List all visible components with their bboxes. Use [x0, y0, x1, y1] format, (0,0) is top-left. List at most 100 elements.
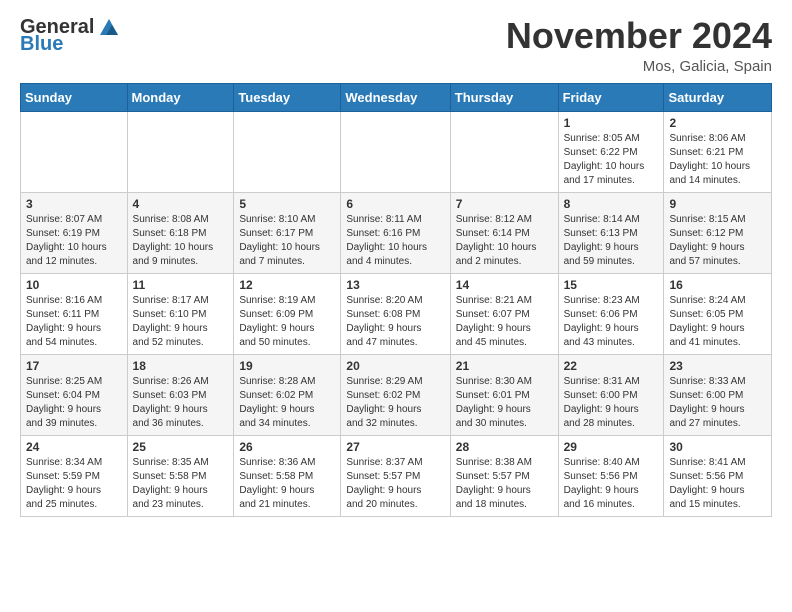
- calendar-day-cell: [21, 111, 128, 192]
- day-info: Sunrise: 8:25 AM Sunset: 6:04 PM Dayligh…: [26, 375, 122, 431]
- day-number: 7: [456, 197, 553, 211]
- calendar-day-cell: 26 Sunrise: 8:36 AM Sunset: 5:58 PM Dayli…: [234, 435, 341, 516]
- header: General Blue November 2024 Mos, Galicia,…: [20, 16, 772, 75]
- day-number: 6: [346, 197, 444, 211]
- calendar-day-cell: 21 Sunrise: 8:30 AM Sunset: 6:01 PM Dayli…: [450, 354, 558, 435]
- day-info: Sunrise: 8:33 AM Sunset: 6:00 PM Dayligh…: [669, 375, 766, 431]
- day-info: Sunrise: 8:36 AM Sunset: 5:58 PM Dayligh…: [239, 456, 335, 512]
- calendar-day-cell: 12Sunrise: 8:19 AM Sunset: 6:09 PM Dayli…: [234, 273, 341, 354]
- day-of-week-header: Friday: [558, 83, 664, 111]
- calendar-day-cell: 4 Sunrise: 8:08 AM Sunset: 6:18 PM Daylig…: [127, 192, 234, 273]
- day-info: Sunrise: 8:05 AM Sunset: 6:22 PM Dayligh…: [564, 132, 659, 188]
- day-number: 28: [456, 440, 553, 454]
- day-of-week-header: Tuesday: [234, 83, 341, 111]
- day-info: Sunrise: 8:28 AM Sunset: 6:02 PM Dayligh…: [239, 375, 335, 431]
- day-number: 17: [26, 359, 122, 373]
- calendar-day-cell: 28 Sunrise: 8:38 AM Sunset: 5:57 PM Dayli…: [450, 435, 558, 516]
- calendar-day-cell: 17 Sunrise: 8:25 AM Sunset: 6:04 PM Dayli…: [21, 354, 128, 435]
- day-number: 3: [26, 197, 122, 211]
- logo: General Blue: [20, 16, 120, 56]
- calendar-day-cell: 30 Sunrise: 8:41 AM Sunset: 5:56 PM Dayli…: [664, 435, 772, 516]
- day-number: 22: [564, 359, 659, 373]
- day-info: Sunrise: 8:34 AM Sunset: 5:59 PM Dayligh…: [26, 456, 122, 512]
- day-number: 21: [456, 359, 553, 373]
- calendar-day-cell: 7Sunrise: 8:12 AM Sunset: 6:14 PM Daylig…: [450, 192, 558, 273]
- day-number: 16: [669, 278, 766, 292]
- calendar-day-cell: 13 Sunrise: 8:20 AM Sunset: 6:08 PM Dayli…: [341, 273, 450, 354]
- day-info: Sunrise: 8:16 AM Sunset: 6:11 PM Dayligh…: [26, 294, 122, 350]
- calendar-day-cell: 11 Sunrise: 8:17 AM Sunset: 6:10 PM Dayli…: [127, 273, 234, 354]
- calendar-day-cell: 3 Sunrise: 8:07 AM Sunset: 6:19 PM Daylig…: [21, 192, 128, 273]
- calendar-week-row: 3 Sunrise: 8:07 AM Sunset: 6:19 PM Daylig…: [21, 192, 772, 273]
- calendar-day-cell: 15 Sunrise: 8:23 AM Sunset: 6:06 PM Dayli…: [558, 273, 664, 354]
- day-info: Sunrise: 8:30 AM Sunset: 6:01 PM Dayligh…: [456, 375, 553, 431]
- day-number: 26: [239, 440, 335, 454]
- calendar-day-cell: 25 Sunrise: 8:35 AM Sunset: 5:58 PM Dayli…: [127, 435, 234, 516]
- day-info: Sunrise: 8:38 AM Sunset: 5:57 PM Dayligh…: [456, 456, 553, 512]
- day-info: Sunrise: 8:37 AM Sunset: 5:57 PM Dayligh…: [346, 456, 444, 512]
- day-info: Sunrise: 8:20 AM Sunset: 6:08 PM Dayligh…: [346, 294, 444, 350]
- day-info: Sunrise: 8:11 AM Sunset: 6:16 PM Dayligh…: [346, 213, 444, 269]
- calendar-day-cell: 23 Sunrise: 8:33 AM Sunset: 6:00 PM Dayli…: [664, 354, 772, 435]
- day-info: Sunrise: 8:21 AM Sunset: 6:07 PM Dayligh…: [456, 294, 553, 350]
- calendar-day-cell: 18 Sunrise: 8:26 AM Sunset: 6:03 PM Dayli…: [127, 354, 234, 435]
- calendar-day-cell: 24 Sunrise: 8:34 AM Sunset: 5:59 PM Dayli…: [21, 435, 128, 516]
- calendar-day-cell: 9Sunrise: 8:15 AM Sunset: 6:12 PM Daylig…: [664, 192, 772, 273]
- day-info: Sunrise: 8:07 AM Sunset: 6:19 PM Dayligh…: [26, 213, 122, 269]
- day-info: Sunrise: 8:14 AM Sunset: 6:13 PM Dayligh…: [564, 213, 659, 269]
- logo-icon: [98, 17, 120, 39]
- day-number: 4: [133, 197, 229, 211]
- calendar-week-row: 1Sunrise: 8:05 AM Sunset: 6:22 PM Daylig…: [21, 111, 772, 192]
- day-number: 29: [564, 440, 659, 454]
- calendar-day-cell: 22 Sunrise: 8:31 AM Sunset: 6:00 PM Dayli…: [558, 354, 664, 435]
- calendar-day-cell: 14 Sunrise: 8:21 AM Sunset: 6:07 PM Dayli…: [450, 273, 558, 354]
- day-info: Sunrise: 8:29 AM Sunset: 6:02 PM Dayligh…: [346, 375, 444, 431]
- calendar-week-row: 24 Sunrise: 8:34 AM Sunset: 5:59 PM Dayli…: [21, 435, 772, 516]
- calendar-day-cell: [341, 111, 450, 192]
- day-number: 10: [26, 278, 122, 292]
- day-number: 5: [239, 197, 335, 211]
- day-number: 23: [669, 359, 766, 373]
- day-number: 9: [669, 197, 766, 211]
- day-number: 30: [669, 440, 766, 454]
- day-number: 24: [26, 440, 122, 454]
- day-of-week-header: Thursday: [450, 83, 558, 111]
- day-info: Sunrise: 8:08 AM Sunset: 6:18 PM Dayligh…: [133, 213, 229, 269]
- day-number: 25: [133, 440, 229, 454]
- calendar-day-cell: 19 Sunrise: 8:28 AM Sunset: 6:02 PM Dayli…: [234, 354, 341, 435]
- calendar-day-cell: [127, 111, 234, 192]
- day-info: Sunrise: 8:41 AM Sunset: 5:56 PM Dayligh…: [669, 456, 766, 512]
- day-info: Sunrise: 8:17 AM Sunset: 6:10 PM Dayligh…: [133, 294, 229, 350]
- calendar-day-cell: 16 Sunrise: 8:24 AM Sunset: 6:05 PM Dayli…: [664, 273, 772, 354]
- calendar-day-cell: 10 Sunrise: 8:16 AM Sunset: 6:11 PM Dayli…: [21, 273, 128, 354]
- day-info: Sunrise: 8:23 AM Sunset: 6:06 PM Dayligh…: [564, 294, 659, 350]
- day-info: Sunrise: 8:35 AM Sunset: 5:58 PM Dayligh…: [133, 456, 229, 512]
- calendar: SundayMondayTuesdayWednesdayThursdayFrid…: [20, 83, 772, 517]
- day-info: Sunrise: 8:26 AM Sunset: 6:03 PM Dayligh…: [133, 375, 229, 431]
- day-number: 15: [564, 278, 659, 292]
- logo-blue-text: Blue: [20, 33, 63, 56]
- day-info: Sunrise: 8:40 AM Sunset: 5:56 PM Dayligh…: [564, 456, 659, 512]
- day-info: Sunrise: 8:10 AM Sunset: 6:17 PM Dayligh…: [239, 213, 335, 269]
- calendar-day-cell: 8 Sunrise: 8:14 AM Sunset: 6:13 PM Daylig…: [558, 192, 664, 273]
- day-number: 19: [239, 359, 335, 373]
- day-of-week-header: Saturday: [664, 83, 772, 111]
- day-number: 13: [346, 278, 444, 292]
- calendar-day-cell: 27Sunrise: 8:37 AM Sunset: 5:57 PM Dayli…: [341, 435, 450, 516]
- location: Mos, Galicia, Spain: [506, 58, 772, 75]
- calendar-day-cell: 20Sunrise: 8:29 AM Sunset: 6:02 PM Dayli…: [341, 354, 450, 435]
- day-number: 18: [133, 359, 229, 373]
- calendar-header-row: SundayMondayTuesdayWednesdayThursdayFrid…: [21, 83, 772, 111]
- day-of-week-header: Wednesday: [341, 83, 450, 111]
- day-info: Sunrise: 8:24 AM Sunset: 6:05 PM Dayligh…: [669, 294, 766, 350]
- day-number: 14: [456, 278, 553, 292]
- calendar-day-cell: 29 Sunrise: 8:40 AM Sunset: 5:56 PM Dayli…: [558, 435, 664, 516]
- calendar-day-cell: 6 Sunrise: 8:11 AM Sunset: 6:16 PM Daylig…: [341, 192, 450, 273]
- day-info: Sunrise: 8:06 AM Sunset: 6:21 PM Dayligh…: [669, 132, 766, 188]
- day-number: 8: [564, 197, 659, 211]
- day-number: 11: [133, 278, 229, 292]
- calendar-day-cell: 2Sunrise: 8:06 AM Sunset: 6:21 PM Daylig…: [664, 111, 772, 192]
- title-block: November 2024 Mos, Galicia, Spain: [506, 16, 772, 75]
- page: General Blue November 2024 Mos, Galicia,…: [0, 0, 792, 537]
- day-info: Sunrise: 8:31 AM Sunset: 6:00 PM Dayligh…: [564, 375, 659, 431]
